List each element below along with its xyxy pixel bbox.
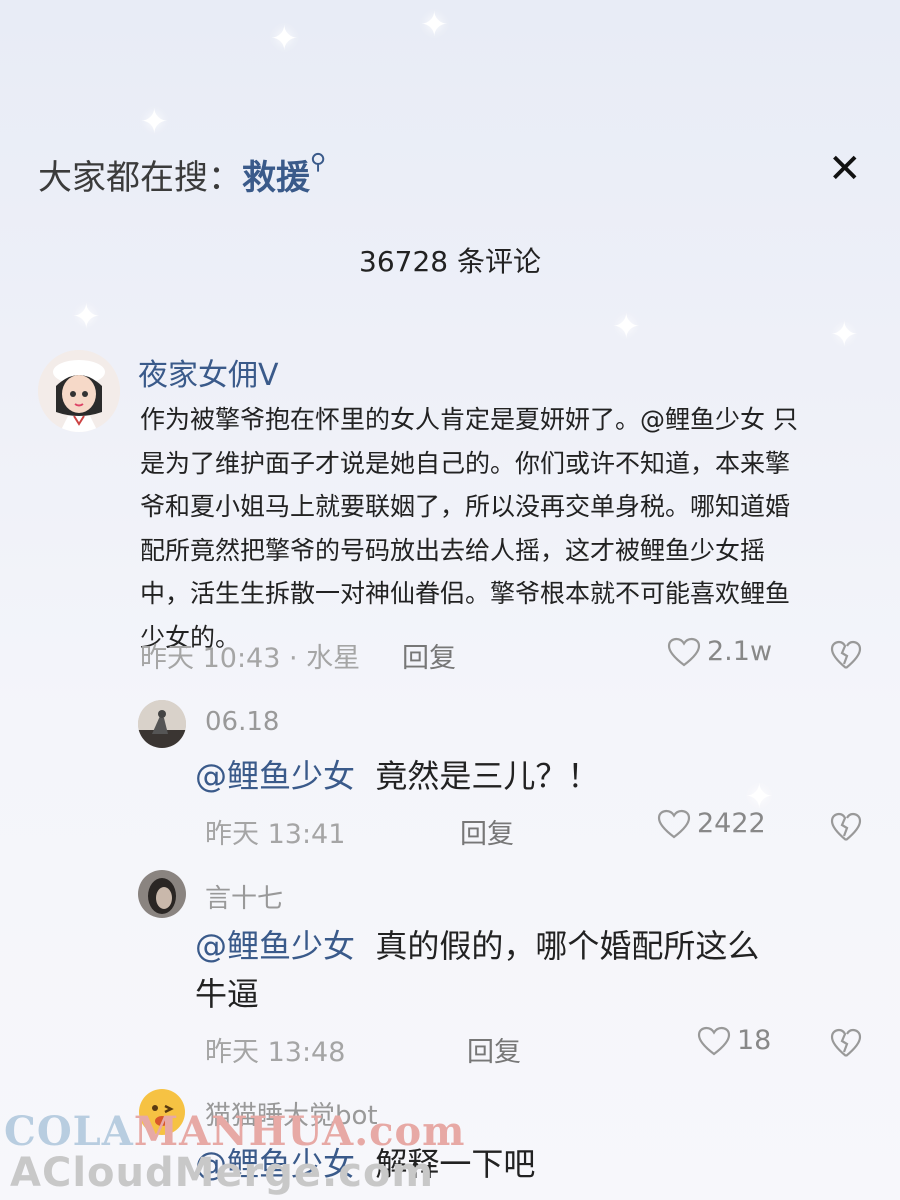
heart-icon	[667, 637, 701, 666]
like-count: 2422	[697, 808, 766, 839]
reply-button[interactable]: 回复	[460, 812, 514, 851]
avatar[interactable]	[138, 870, 186, 918]
reply-button[interactable]: 回复	[467, 1030, 521, 1069]
like-button[interactable]: 18	[697, 1025, 771, 1056]
avatar[interactable]	[138, 700, 186, 748]
username[interactable]: 夜家女佣V	[138, 350, 279, 394]
trending-search-bar[interactable]: 大家都在搜：救援⚲	[38, 150, 326, 199]
username[interactable]: 言十七	[205, 878, 283, 915]
close-icon[interactable]: ✕	[828, 146, 862, 192]
broken-heart-icon	[830, 812, 862, 841]
broken-heart-icon	[830, 1028, 862, 1057]
dislike-button[interactable]	[830, 812, 862, 846]
broken-heart-icon	[830, 640, 862, 669]
heart-icon	[697, 1026, 731, 1055]
sparkle-icon: ✦	[420, 5, 449, 45]
comment-count: 36728 条评论	[359, 245, 541, 278]
heart-icon	[657, 809, 691, 838]
comment-timestamp: 昨天 10:43 · 水星	[140, 643, 361, 674]
avatar[interactable]	[38, 350, 120, 432]
trending-label: 大家都在搜：	[38, 158, 242, 198]
reply-content: @鲤鱼少女 竟然是三儿？！	[195, 752, 599, 800]
reply-content: @鲤鱼少女 真的假的，哪个婚配所这么牛逼	[195, 922, 785, 1018]
mention-link[interactable]: @鲤鱼少女	[195, 927, 355, 965]
search-icon[interactable]: ⚲	[310, 150, 326, 175]
watermark: COLAMANHUA.com	[4, 1108, 466, 1155]
reply-timestamp: 昨天 13:48	[205, 1037, 346, 1068]
reply-timestamp: 昨天 13:41	[205, 819, 346, 850]
sparkle-icon: ✦	[830, 315, 859, 355]
watermark: ACloudMerge.com	[10, 1150, 435, 1196]
sparkle-icon: ✦	[140, 102, 169, 142]
dislike-button[interactable]	[830, 640, 862, 674]
reply-button[interactable]: 回复	[402, 636, 456, 675]
username[interactable]: 06.18	[205, 707, 279, 737]
sparkle-icon: ✦	[72, 297, 101, 337]
mention-link[interactable]: @鲤鱼少女	[195, 757, 355, 795]
comment-text: 作为被擎爷抱在怀里的女人肯定是夏妍妍了。@鲤鱼少女 只是为了维护面子才说是她自己…	[140, 405, 798, 652]
like-button[interactable]: 2422	[657, 808, 766, 839]
sparkle-icon: ✦	[612, 307, 641, 347]
like-count: 18	[737, 1025, 772, 1056]
dislike-button[interactable]	[830, 1028, 862, 1062]
like-count: 2.1w	[707, 636, 773, 667]
sparkle-icon: ✦	[270, 19, 299, 59]
trending-keyword[interactable]: 救援	[242, 158, 310, 198]
like-button[interactable]: 2.1w	[667, 636, 772, 667]
reply-text: 竟然是三儿？！	[375, 757, 600, 795]
